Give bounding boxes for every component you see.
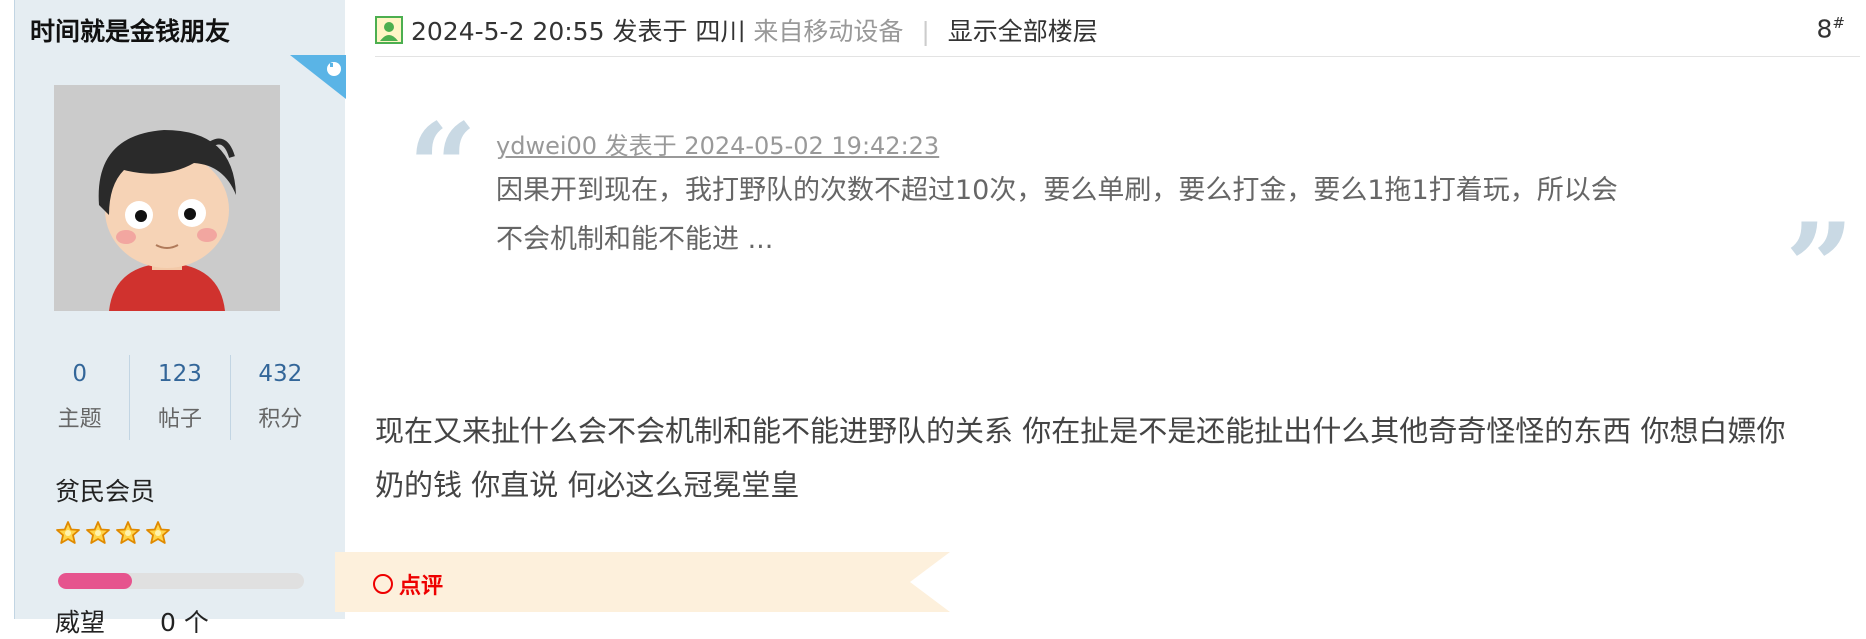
prestige-label: 威望 [55, 608, 106, 637]
quote-line-2: 不会机制和能不能进 ... [496, 224, 774, 255]
stat-credits-value[interactable]: 432 [231, 361, 330, 387]
online-user-icon [375, 16, 403, 44]
post-meta: 2024-5-2 20:55 发表于 四川 来自移动设备 | 显示全部楼层 [411, 12, 1098, 48]
user-group[interactable]: 贫民会员 [55, 472, 155, 508]
quote-author-link[interactable]: ydwei00 发表于 2024-05-02 19:42:23 [496, 126, 939, 161]
level-progress-bar [58, 573, 304, 589]
mobile-device-icon [290, 55, 346, 99]
post-body: 现在又来扯什么会不会机制和能不能进野队的关系 你在扯是不是还能扯出什么其他奇奇怪… [375, 404, 1855, 512]
floor-number[interactable]: 8# [1817, 14, 1845, 43]
star-icon [146, 521, 170, 544]
quote-open-icon: “ [408, 97, 478, 238]
quote-line-1: 因果开到现在，我打野队的次数不超过10次，要么单刷，要么打金，要么1拖1打着玩，… [496, 175, 1618, 206]
stat-credits-label: 积分 [258, 407, 303, 432]
prestige-value: 0 个 [160, 608, 209, 637]
author-username[interactable]: 时间就是金钱朋友 [30, 12, 230, 48]
rank-stars [55, 520, 171, 546]
avatar-cartoon-icon [54, 85, 280, 311]
comment-label[interactable]: 点评 [399, 568, 443, 600]
post-body-line-1: 现在又来扯什么会不会机制和能不能进野队的关系 你在扯是不是还能扯出什么其他奇奇怪… [375, 414, 1786, 448]
stat-threads-label: 主题 [57, 407, 102, 432]
level-progress-fill [58, 573, 132, 589]
meta-separator: | [921, 17, 930, 46]
stat-posts[interactable]: 123 帖子 [129, 355, 229, 440]
stat-threads[interactable]: 0 主题 [30, 355, 129, 440]
star-icon [116, 521, 140, 544]
comment-ring-icon [373, 574, 393, 594]
quote-close-icon: ” [1785, 197, 1855, 338]
comment-button[interactable]: 点评 [373, 568, 443, 600]
post-time: 2024-5-2 20:55 [411, 17, 605, 46]
floor-number-value[interactable]: 8 [1817, 14, 1833, 43]
post-location: 四川 [695, 17, 746, 46]
stat-credits[interactable]: 432 积分 [229, 355, 330, 440]
post-body-line-2: 奶的钱 你直说 何必这么冠冕堂皇 [375, 468, 800, 502]
post-header: 2024-5-2 20:55 发表于 四川 来自移动设备 | 显示全部楼层 8# [375, 0, 1860, 57]
stat-threads-value[interactable]: 0 [30, 361, 129, 387]
show-all-floors-link[interactable]: 显示全部楼层 [948, 17, 1098, 46]
floor-mark: # [1832, 14, 1845, 32]
posted-at-label: 发表于 [612, 17, 688, 46]
author-stats: 0 主题 123 帖子 432 积分 [30, 355, 330, 440]
prestige-stat: 威望 0 个 [55, 603, 209, 639]
author-avatar[interactable] [54, 85, 280, 311]
stat-posts-value[interactable]: 123 [130, 361, 229, 387]
comment-banner: 点评 [335, 552, 950, 612]
stat-posts-label: 帖子 [157, 407, 202, 432]
post-source: 来自移动设备 [753, 17, 904, 46]
star-icon [56, 521, 80, 544]
star-icon [86, 521, 110, 544]
quote-body: 因果开到现在，我打野队的次数不超过10次，要么单刷，要么打金，要么1拖1打着玩，… [496, 166, 1756, 264]
